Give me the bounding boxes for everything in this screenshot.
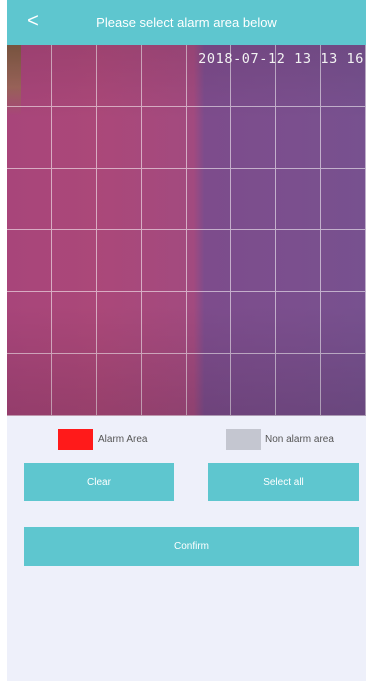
grid-cell[interactable] [276,230,322,293]
camera-preview: 2018-07-12 13 13 16 [7,45,366,416]
grid-cell[interactable] [276,354,322,416]
select-all-button[interactable]: Select all [208,463,359,501]
grid-cell[interactable] [186,292,232,355]
grid-cell[interactable] [51,292,97,355]
grid-cell[interactable] [231,354,277,416]
grid-cell[interactable] [51,230,97,293]
grid-cell[interactable] [276,168,322,231]
grid-cell[interactable] [7,292,52,355]
grid-cell[interactable] [321,292,366,355]
alarm-area-screen: < Please select alarm area below 2018-07… [7,0,366,681]
grid-cell[interactable] [321,230,366,293]
grid-cell[interactable] [7,354,52,416]
non-alarm-area-swatch [226,429,261,450]
grid-cell[interactable] [7,230,52,293]
back-chevron-icon[interactable]: < [21,9,45,33]
grid-cell[interactable] [231,292,277,355]
grid-cell[interactable] [51,168,97,231]
grid-cell[interactable] [7,168,52,231]
grid-cell[interactable] [231,168,277,231]
grid-cell[interactable] [7,45,52,107]
grid-cell[interactable] [321,168,366,231]
grid-cell[interactable] [96,354,142,416]
grid-cell[interactable] [276,106,322,169]
grid-cell[interactable] [186,230,232,293]
grid-cell[interactable] [96,168,142,231]
clear-button[interactable]: Clear [24,463,174,501]
grid-cell[interactable] [7,106,52,169]
grid-cell[interactable] [51,354,97,416]
grid-cell[interactable] [141,106,187,169]
app-header: < Please select alarm area below [7,0,366,45]
grid-cell[interactable] [141,354,187,416]
grid-cell[interactable] [51,106,97,169]
camera-timestamp: 2018-07-12 13 13 16 [198,51,364,67]
alarm-area-label: Alarm Area [98,434,148,445]
grid-cell[interactable] [96,292,142,355]
page-title: Please select alarm area below [96,15,277,30]
grid-cell[interactable] [186,168,232,231]
grid-cell[interactable] [186,354,232,416]
grid-cell[interactable] [321,106,366,169]
alarm-area-swatch [58,429,93,450]
grid-cell[interactable] [186,106,232,169]
grid-cell[interactable] [321,354,366,416]
grid-cell[interactable] [276,292,322,355]
grid-cell[interactable] [96,230,142,293]
grid-cell[interactable] [141,292,187,355]
grid-cell[interactable] [96,45,142,107]
grid-cell[interactable] [141,168,187,231]
non-alarm-area-label: Non alarm area [265,434,334,445]
grid-cell[interactable] [141,45,187,107]
grid-cell[interactable] [51,45,97,107]
grid-cell[interactable] [96,106,142,169]
alarm-grid [7,45,366,416]
grid-cell[interactable] [141,230,187,293]
grid-cell[interactable] [231,106,277,169]
grid-cell[interactable] [231,230,277,293]
confirm-button[interactable]: Confirm [24,527,359,566]
